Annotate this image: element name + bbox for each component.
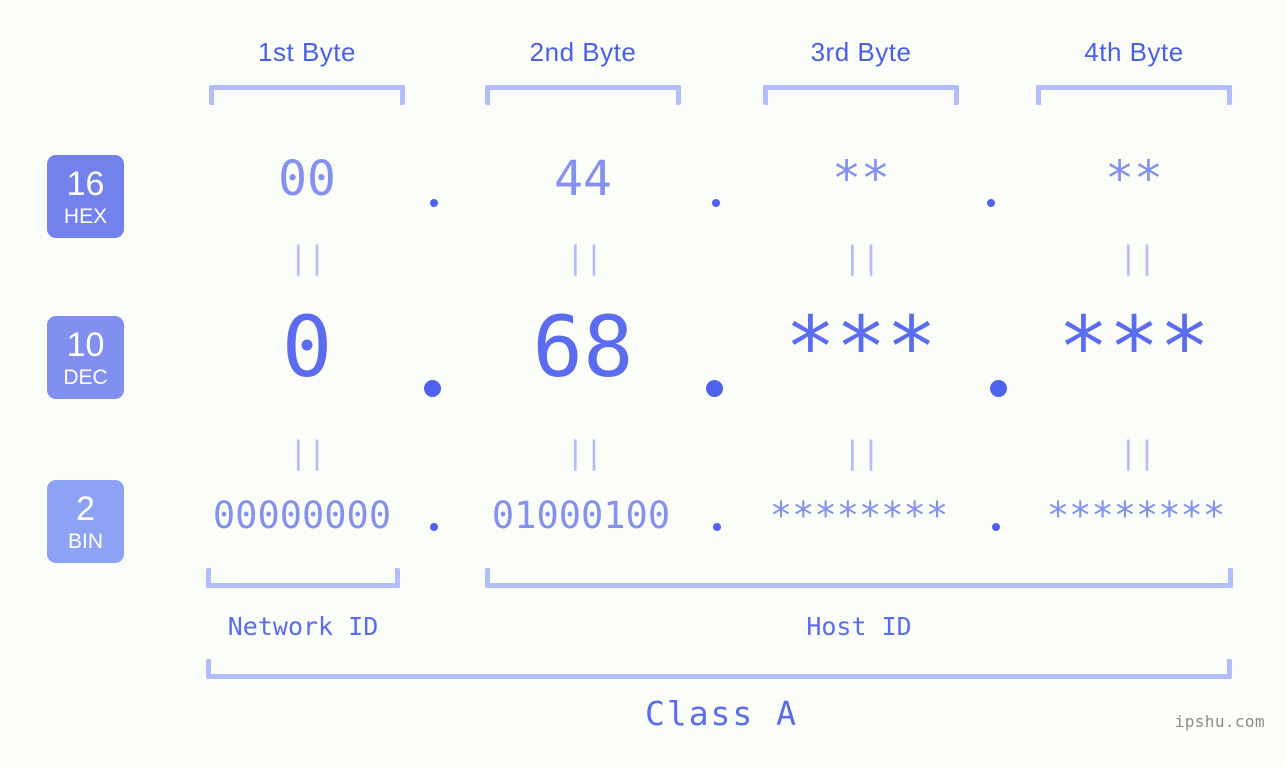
base-badge-hex: 16 HEX: [47, 155, 124, 238]
byte-header-3: 3rd Byte: [810, 37, 912, 67]
dec-separator-dot-2: [706, 380, 723, 397]
base-badge-bin-number: 2: [76, 489, 95, 528]
equals-connector-1-3: ||: [843, 240, 881, 276]
byte-header-4: 4th Byte: [1084, 37, 1184, 67]
dec-byte-3: ***: [785, 298, 937, 396]
equals-connector-2-4: ||: [1119, 435, 1157, 471]
hex-byte-1: 00: [278, 151, 336, 207]
hex-byte-2: 44: [554, 151, 612, 207]
byte-header-2: 2nd Byte: [529, 37, 637, 67]
bin-byte-1: 00000000: [212, 494, 392, 537]
base-badge-dec: 10 DEC: [47, 316, 124, 399]
bin-byte-2: 01000100: [491, 494, 671, 537]
hex-byte-4: **: [1105, 151, 1163, 207]
byte-bracket-2: [485, 85, 681, 105]
base-badge-bin-name: BIN: [67, 529, 103, 553]
dec-separator-dot-3: [990, 380, 1007, 397]
base-badge-dec-number: 10: [66, 325, 105, 364]
hex-separator-dot-1: [430, 199, 438, 207]
bin-byte-4: ********: [1046, 494, 1226, 537]
equals-connector-1-1: ||: [289, 240, 327, 276]
bin-separator-dot-3: [992, 523, 1000, 531]
base-badge-dec-name: DEC: [63, 365, 108, 389]
network-id-bracket-top: [206, 568, 400, 588]
equals-connector-2-2: ||: [566, 435, 604, 471]
base-badge-hex-name: HEX: [63, 204, 108, 228]
network-id-label: Network ID: [227, 612, 379, 641]
hex-separator-dot-3: [987, 199, 995, 207]
site-watermark: ipshu.com: [1174, 712, 1265, 731]
dec-separator-dot-1: [424, 380, 441, 397]
equals-connector-2-1: ||: [289, 435, 327, 471]
equals-connector-2-3: ||: [843, 435, 881, 471]
class-label: Class A: [644, 694, 799, 733]
bin-byte-3: ********: [769, 494, 949, 537]
bin-separator-dot-2: [713, 523, 721, 531]
host-id-bracket-top: [485, 568, 1233, 588]
hex-byte-3: **: [832, 151, 890, 207]
byte-bracket-1: [209, 85, 405, 105]
ip-byte-breakdown-diagram: 1st Byte 2nd Byte 3rd Byte 4th Byte 16 H…: [0, 0, 1285, 767]
base-badge-bin: 2 BIN: [47, 480, 124, 563]
equals-connector-1-2: ||: [566, 240, 604, 276]
dec-byte-4: ***: [1058, 298, 1210, 396]
byte-header-1: 1st Byte: [258, 37, 356, 67]
hex-separator-dot-2: [712, 199, 720, 207]
base-badge-hex-number: 16: [66, 164, 105, 203]
bin-separator-dot-1: [430, 523, 438, 531]
dec-byte-1: 0: [281, 298, 333, 396]
dec-byte-2: 68: [532, 298, 634, 396]
byte-bracket-4: [1036, 85, 1232, 105]
byte-bracket-3: [763, 85, 959, 105]
host-id-label: Host ID: [806, 612, 912, 641]
equals-connector-1-4: ||: [1119, 240, 1157, 276]
class-bracket: [206, 659, 1232, 679]
